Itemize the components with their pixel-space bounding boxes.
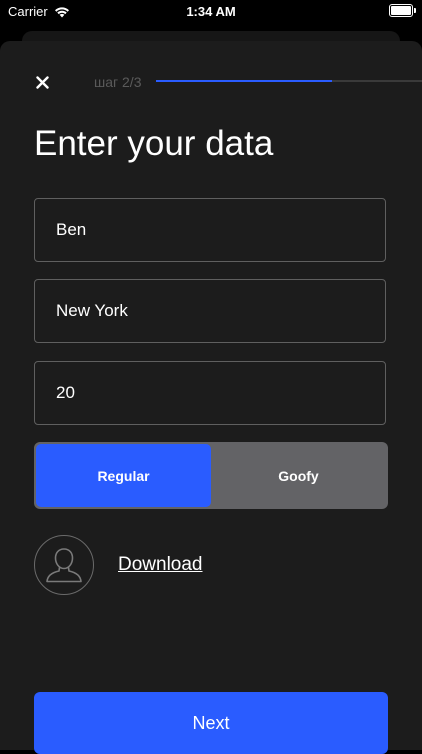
step-indicator: шаг 2/3: [94, 74, 142, 90]
segment-goofy[interactable]: Goofy: [211, 444, 386, 507]
close-button[interactable]: [34, 72, 50, 92]
name-field[interactable]: Ben: [34, 198, 386, 262]
battery-icon: [389, 4, 416, 17]
clock: 1:34 AM: [186, 4, 236, 19]
user-silhouette-icon: [46, 548, 82, 583]
download-link[interactable]: Download: [118, 554, 203, 576]
progress-bar: [156, 80, 422, 82]
progress-fill: [156, 80, 332, 82]
close-icon: [35, 75, 49, 89]
age-field[interactable]: 20: [34, 361, 386, 425]
next-button[interactable]: Next: [34, 692, 388, 754]
avatar[interactable]: [34, 535, 94, 595]
city-field[interactable]: New York: [34, 279, 386, 343]
status-bar: Carrier 1:34 AM: [0, 0, 422, 24]
stance-segmented-control: Regular Goofy: [34, 442, 388, 509]
page-title: Enter your data: [34, 124, 274, 163]
segment-regular[interactable]: Regular: [36, 444, 211, 507]
